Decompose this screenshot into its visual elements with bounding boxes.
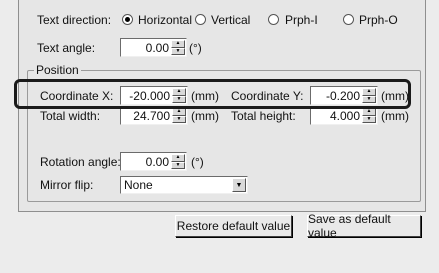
- rotation-angle-label: Rotation angle:: [40, 155, 121, 169]
- save-default-button[interactable]: Save as default value: [307, 212, 421, 240]
- text-angle-label: Text angle:: [37, 41, 96, 55]
- radio-vertical[interactable]: [195, 14, 206, 25]
- spin-up-icon[interactable]: ▲: [171, 40, 185, 48]
- radio-prph-i-label[interactable]: Prph-I: [285, 13, 318, 27]
- rotation-angle-spinbox[interactable]: 0.00 ▲ ▼: [120, 152, 187, 171]
- spin-up-icon[interactable]: ▲: [362, 108, 376, 116]
- text-angle-unit: (°): [189, 41, 202, 55]
- mirror-flip-select[interactable]: None ▼: [120, 176, 248, 194]
- rotation-angle-unit: (°): [191, 155, 204, 169]
- total-height-value[interactable]: 4.000: [330, 109, 360, 123]
- total-width-value[interactable]: 24.700: [133, 109, 170, 123]
- position-group-title: Position: [34, 63, 81, 77]
- total-height-unit: (mm): [381, 109, 409, 123]
- spin-up-icon[interactable]: ▲: [171, 154, 185, 162]
- rotation-angle-value[interactable]: 0.00: [146, 155, 169, 169]
- radio-prph-i[interactable]: [268, 14, 279, 25]
- radio-horizontal-label[interactable]: Horizontal: [138, 13, 192, 27]
- text-angle-value[interactable]: 0.00: [146, 41, 169, 55]
- radio-vertical-label[interactable]: Vertical: [211, 13, 250, 27]
- mirror-flip-value[interactable]: None: [124, 178, 153, 192]
- restore-default-button[interactable]: Restore default value: [175, 215, 292, 237]
- radio-horizontal[interactable]: [122, 14, 133, 25]
- spin-down-icon[interactable]: ▼: [172, 115, 186, 123]
- spin-down-icon[interactable]: ▼: [362, 115, 376, 123]
- total-width-label: Total width:: [40, 109, 101, 123]
- total-width-unit: (mm): [191, 109, 219, 123]
- spin-up-icon[interactable]: ▲: [172, 108, 186, 116]
- spin-down-icon[interactable]: ▼: [171, 47, 185, 55]
- spin-down-icon[interactable]: ▼: [171, 161, 185, 169]
- text-angle-spinbox[interactable]: 0.00 ▲ ▼: [120, 38, 187, 57]
- coordinate-highlight-frame: [14, 79, 411, 109]
- dropdown-arrow-icon[interactable]: ▼: [232, 178, 246, 192]
- text-direction-label: Text direction:: [37, 13, 112, 27]
- radio-prph-o[interactable]: [343, 14, 354, 25]
- total-height-label: Total height:: [231, 109, 296, 123]
- mirror-flip-label: Mirror flip:: [40, 178, 94, 192]
- radio-prph-o-label[interactable]: Prph-O: [359, 13, 398, 27]
